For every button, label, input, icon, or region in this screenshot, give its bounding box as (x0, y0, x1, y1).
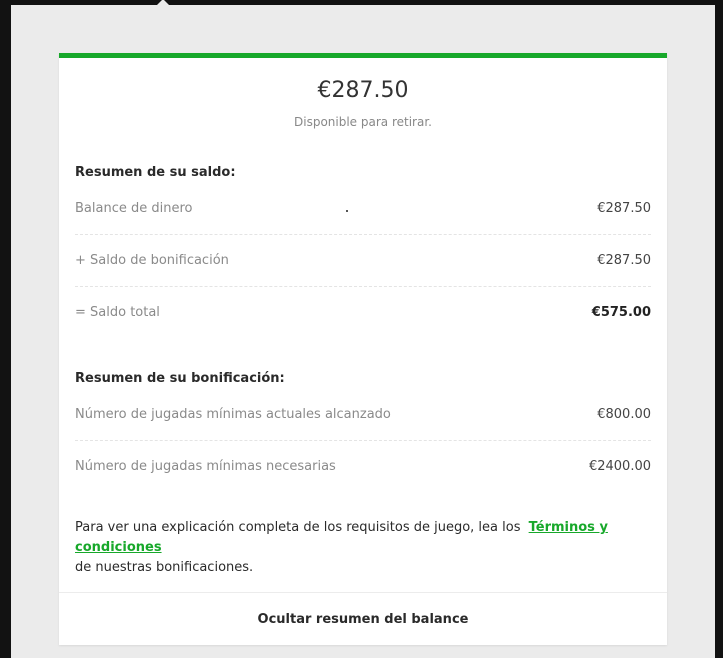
row-value: €2400.00 (588, 458, 651, 474)
row-value: €575.00 (591, 304, 651, 320)
balance-popover: €287.50 Disponible para retirar. Resumen… (11, 0, 715, 658)
bonus-row-current: Número de jugadas mínimas actuales alcan… (75, 388, 651, 441)
terms-text-before: Para ver una explicación completa de los… (75, 520, 521, 535)
row-label: = Saldo total (75, 304, 160, 320)
balance-summary-title: Resumen de su saldo: (75, 165, 236, 180)
terms-paragraph: Para ver una explicación completa de los… (75, 518, 655, 578)
row-value: €287.50 (597, 252, 651, 268)
row-value: €287.50 (597, 200, 651, 216)
popover-caret (155, 0, 171, 7)
row-value: €800.00 (597, 406, 651, 422)
terms-text-after: de nuestras bonificaciones. (75, 560, 254, 575)
bonus-summary-title: Resumen de su bonificación: (75, 371, 285, 386)
available-amount: €287.50 (317, 78, 409, 103)
balance-row-bonus: + Saldo de bonificación €287.50 (75, 234, 651, 287)
row-label: + Saldo de bonificación (75, 252, 229, 268)
available-subtitle: Disponible para retirar. (294, 115, 432, 129)
balance-row-total: = Saldo total €575.00 (75, 286, 651, 338)
row-label: Balance de dinero (75, 200, 193, 216)
balance-row-money: Balance de dinero €287.50 (75, 182, 651, 235)
stray-dot (346, 210, 348, 212)
bonus-row-required: Número de jugadas mínimas necesarias €24… (75, 440, 651, 492)
row-label: Número de jugadas mínimas necesarias (75, 458, 336, 474)
hide-balance-summary-button[interactable]: Ocultar resumen del balance (59, 592, 667, 645)
balance-card: €287.50 Disponible para retirar. Resumen… (59, 53, 667, 645)
row-label: Número de jugadas mínimas actuales alcan… (75, 406, 391, 422)
